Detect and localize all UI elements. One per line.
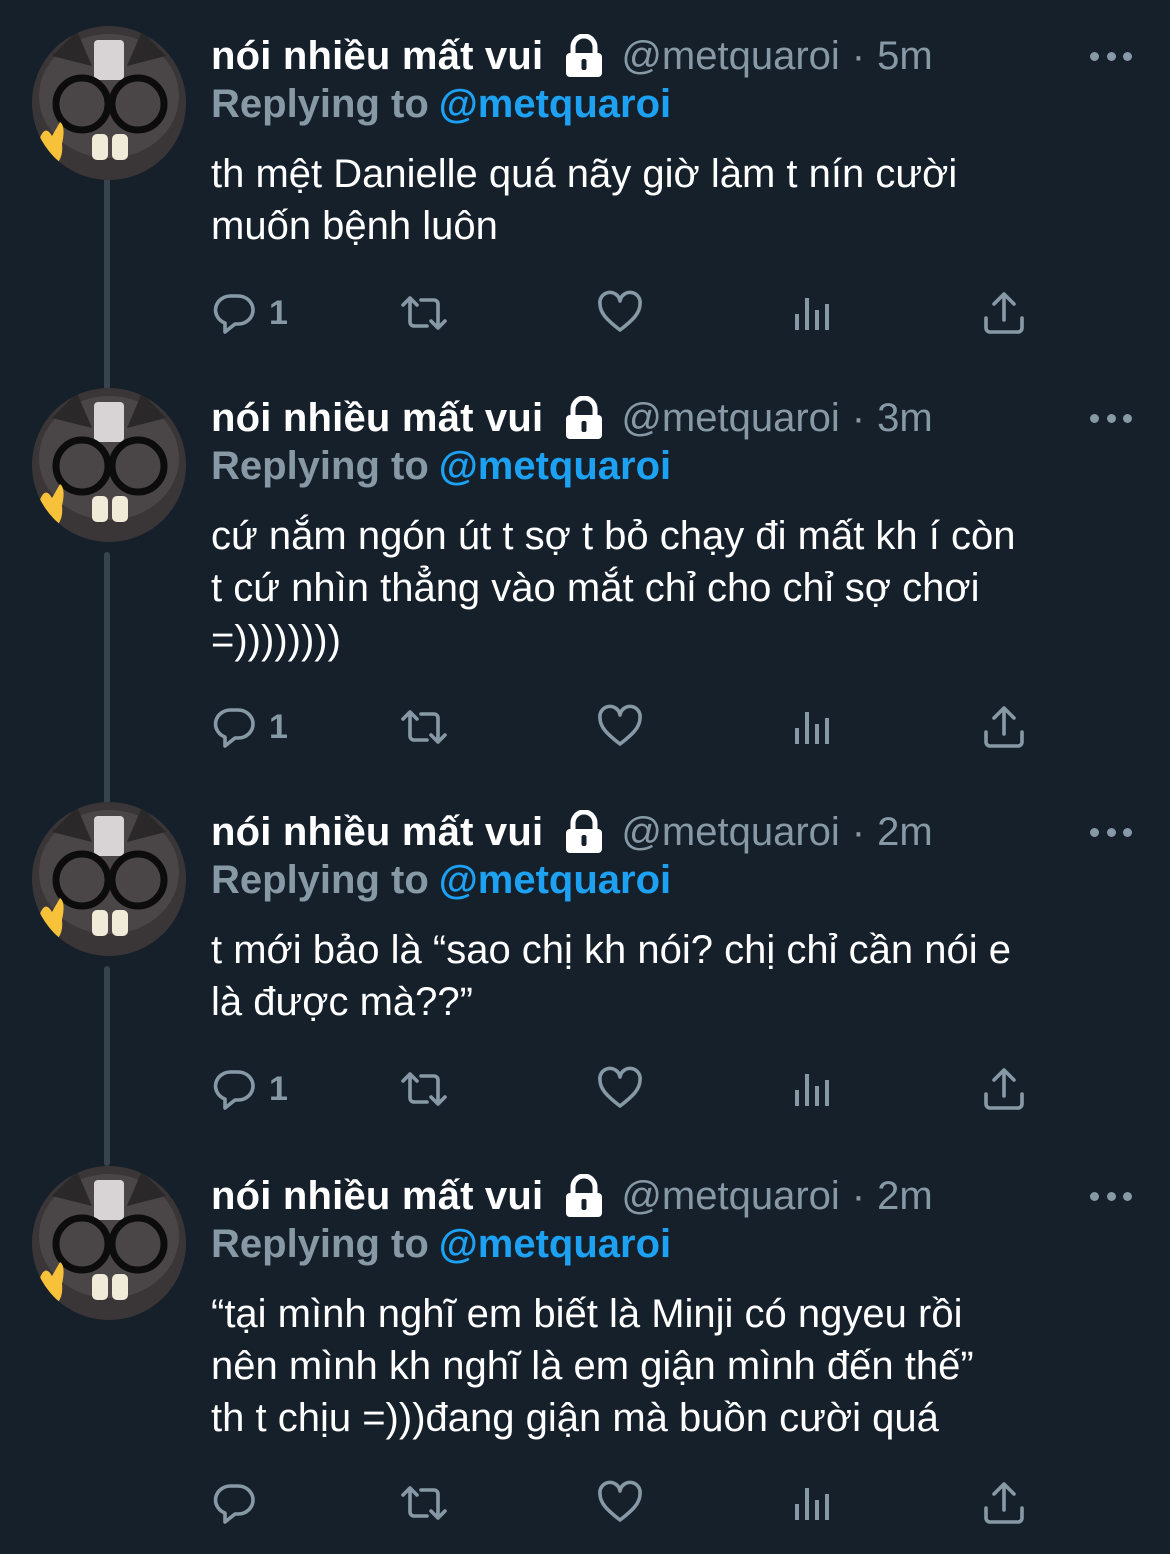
avatar[interactable] [32, 1166, 186, 1320]
heart-icon [598, 1066, 642, 1108]
username-handle[interactable]: @metquaroi [621, 34, 839, 79]
heart-icon [598, 1480, 642, 1522]
retweet-icon [401, 1486, 447, 1520]
retweet-button[interactable] [401, 701, 447, 753]
like-button[interactable] [597, 287, 643, 339]
like-button[interactable] [597, 1063, 643, 1115]
separator-dot: · [851, 33, 866, 78]
retweet-button[interactable] [401, 287, 447, 339]
thread-line [104, 552, 110, 804]
share-button[interactable] [981, 701, 1027, 753]
retweet-icon [401, 710, 447, 744]
replying-prefix: Replying to [211, 82, 429, 126]
separator-dot: · [851, 395, 866, 440]
tweet-header: nói nhiều mất vui @metquaroi · 2m [211, 806, 933, 858]
share-button[interactable] [981, 287, 1027, 339]
display-name[interactable]: nói nhiều mất vui [211, 1174, 543, 1219]
action-bar: 1 [211, 287, 1051, 339]
timestamp[interactable]: 5m [877, 34, 933, 79]
more-icon[interactable] [1090, 400, 1132, 436]
share-button[interactable] [981, 1063, 1027, 1115]
replying-to: Replying to @metquaroi [211, 858, 671, 903]
timestamp[interactable]: 2m [877, 810, 933, 855]
more-icon[interactable] [1090, 814, 1132, 850]
reply-icon [213, 1484, 255, 1524]
retweet-button[interactable] [401, 1477, 447, 1529]
lock-icon [561, 33, 607, 78]
avatar[interactable] [32, 388, 186, 542]
avatar[interactable] [32, 802, 186, 956]
tweet-text: cứ nắm ngón út t sợ t bỏ chạy đi mất kh … [211, 514, 1016, 662]
display-name[interactable]: nói nhiều mất vui [211, 34, 543, 79]
tweet-header: nói nhiều mất vui @metquaroi · 2m [211, 1170, 933, 1222]
display-name[interactable]: nói nhiều mất vui [211, 810, 543, 855]
more-icon[interactable] [1090, 1178, 1132, 1214]
tweet-header: nói nhiều mất vui @metquaroi · 5m [211, 30, 933, 82]
username-handle[interactable]: @metquaroi [621, 1174, 839, 1219]
mention-link[interactable]: @metquaroi [439, 858, 671, 902]
retweet-button[interactable] [401, 1063, 447, 1115]
like-button[interactable] [597, 701, 643, 753]
display-name[interactable]: nói nhiều mất vui [211, 396, 543, 441]
username-handle[interactable]: @metquaroi [621, 396, 839, 441]
mention-link[interactable]: @metquaroi [439, 82, 671, 126]
reply-icon [213, 708, 255, 748]
lock-icon [561, 1173, 607, 1218]
heart-icon [598, 704, 642, 746]
tweet-text: t mới bảo là “sao chị kh nói? chị chỉ cầ… [211, 928, 1011, 1024]
reply-button[interactable]: 1 [211, 1063, 288, 1115]
reply-button[interactable]: 1 [211, 701, 288, 753]
analytics-button[interactable] [789, 1477, 835, 1529]
share-icon [984, 292, 1024, 334]
analytics-icon [795, 298, 829, 330]
lock-icon [561, 395, 607, 440]
share-button[interactable] [981, 1477, 1027, 1529]
retweet-icon [401, 296, 447, 330]
reply-icon [213, 1070, 255, 1110]
separator-dot: · [851, 1173, 866, 1218]
share-icon [984, 1068, 1024, 1110]
analytics-button[interactable] [789, 287, 835, 339]
timestamp[interactable]: 2m [877, 1174, 933, 1219]
tweet-header: nói nhiều mất vui @metquaroi · 3m [211, 392, 933, 444]
thread-line [104, 966, 110, 1166]
tweet-text: “tại mình nghĩ em biết là Minji có ngyeu… [211, 1292, 974, 1440]
mention-link[interactable]: @metquaroi [439, 1222, 671, 1266]
more-icon[interactable] [1090, 38, 1132, 74]
lock-icon [561, 809, 607, 854]
analytics-icon [795, 712, 829, 744]
analytics-icon [795, 1488, 829, 1520]
mention-link[interactable]: @metquaroi [439, 444, 671, 488]
tweet-text: th mệt Danielle quá nãy giờ làm t nín cư… [211, 152, 958, 248]
action-bar: 1 [211, 1063, 1051, 1115]
analytics-button[interactable] [789, 701, 835, 753]
analytics-icon [795, 1074, 829, 1106]
replying-to: Replying to @metquaroi [211, 444, 671, 489]
replying-prefix: Replying to [211, 1222, 429, 1266]
retweet-icon [401, 1072, 447, 1106]
reply-count: 1 [269, 707, 288, 746]
reply-button[interactable]: 1 [211, 287, 288, 339]
reply-count: 1 [269, 293, 288, 332]
replying-to: Replying to @metquaroi [211, 1222, 671, 1267]
replying-prefix: Replying to [211, 444, 429, 488]
heart-icon [598, 290, 642, 332]
analytics-button[interactable] [789, 1063, 835, 1115]
thread-line [104, 170, 110, 390]
reply-button[interactable] [211, 1477, 269, 1529]
share-icon [984, 706, 1024, 748]
username-handle[interactable]: @metquaroi [621, 810, 839, 855]
replying-to: Replying to @metquaroi [211, 82, 671, 127]
action-bar: 1 [211, 701, 1051, 753]
reply-count: 1 [269, 1069, 288, 1108]
like-button[interactable] [597, 1477, 643, 1529]
replying-prefix: Replying to [211, 858, 429, 902]
separator-dot: · [851, 809, 866, 854]
timestamp[interactable]: 3m [877, 396, 933, 441]
share-icon [984, 1482, 1024, 1524]
avatar[interactable] [32, 26, 186, 180]
action-bar [211, 1477, 1051, 1529]
reply-icon [213, 294, 255, 334]
